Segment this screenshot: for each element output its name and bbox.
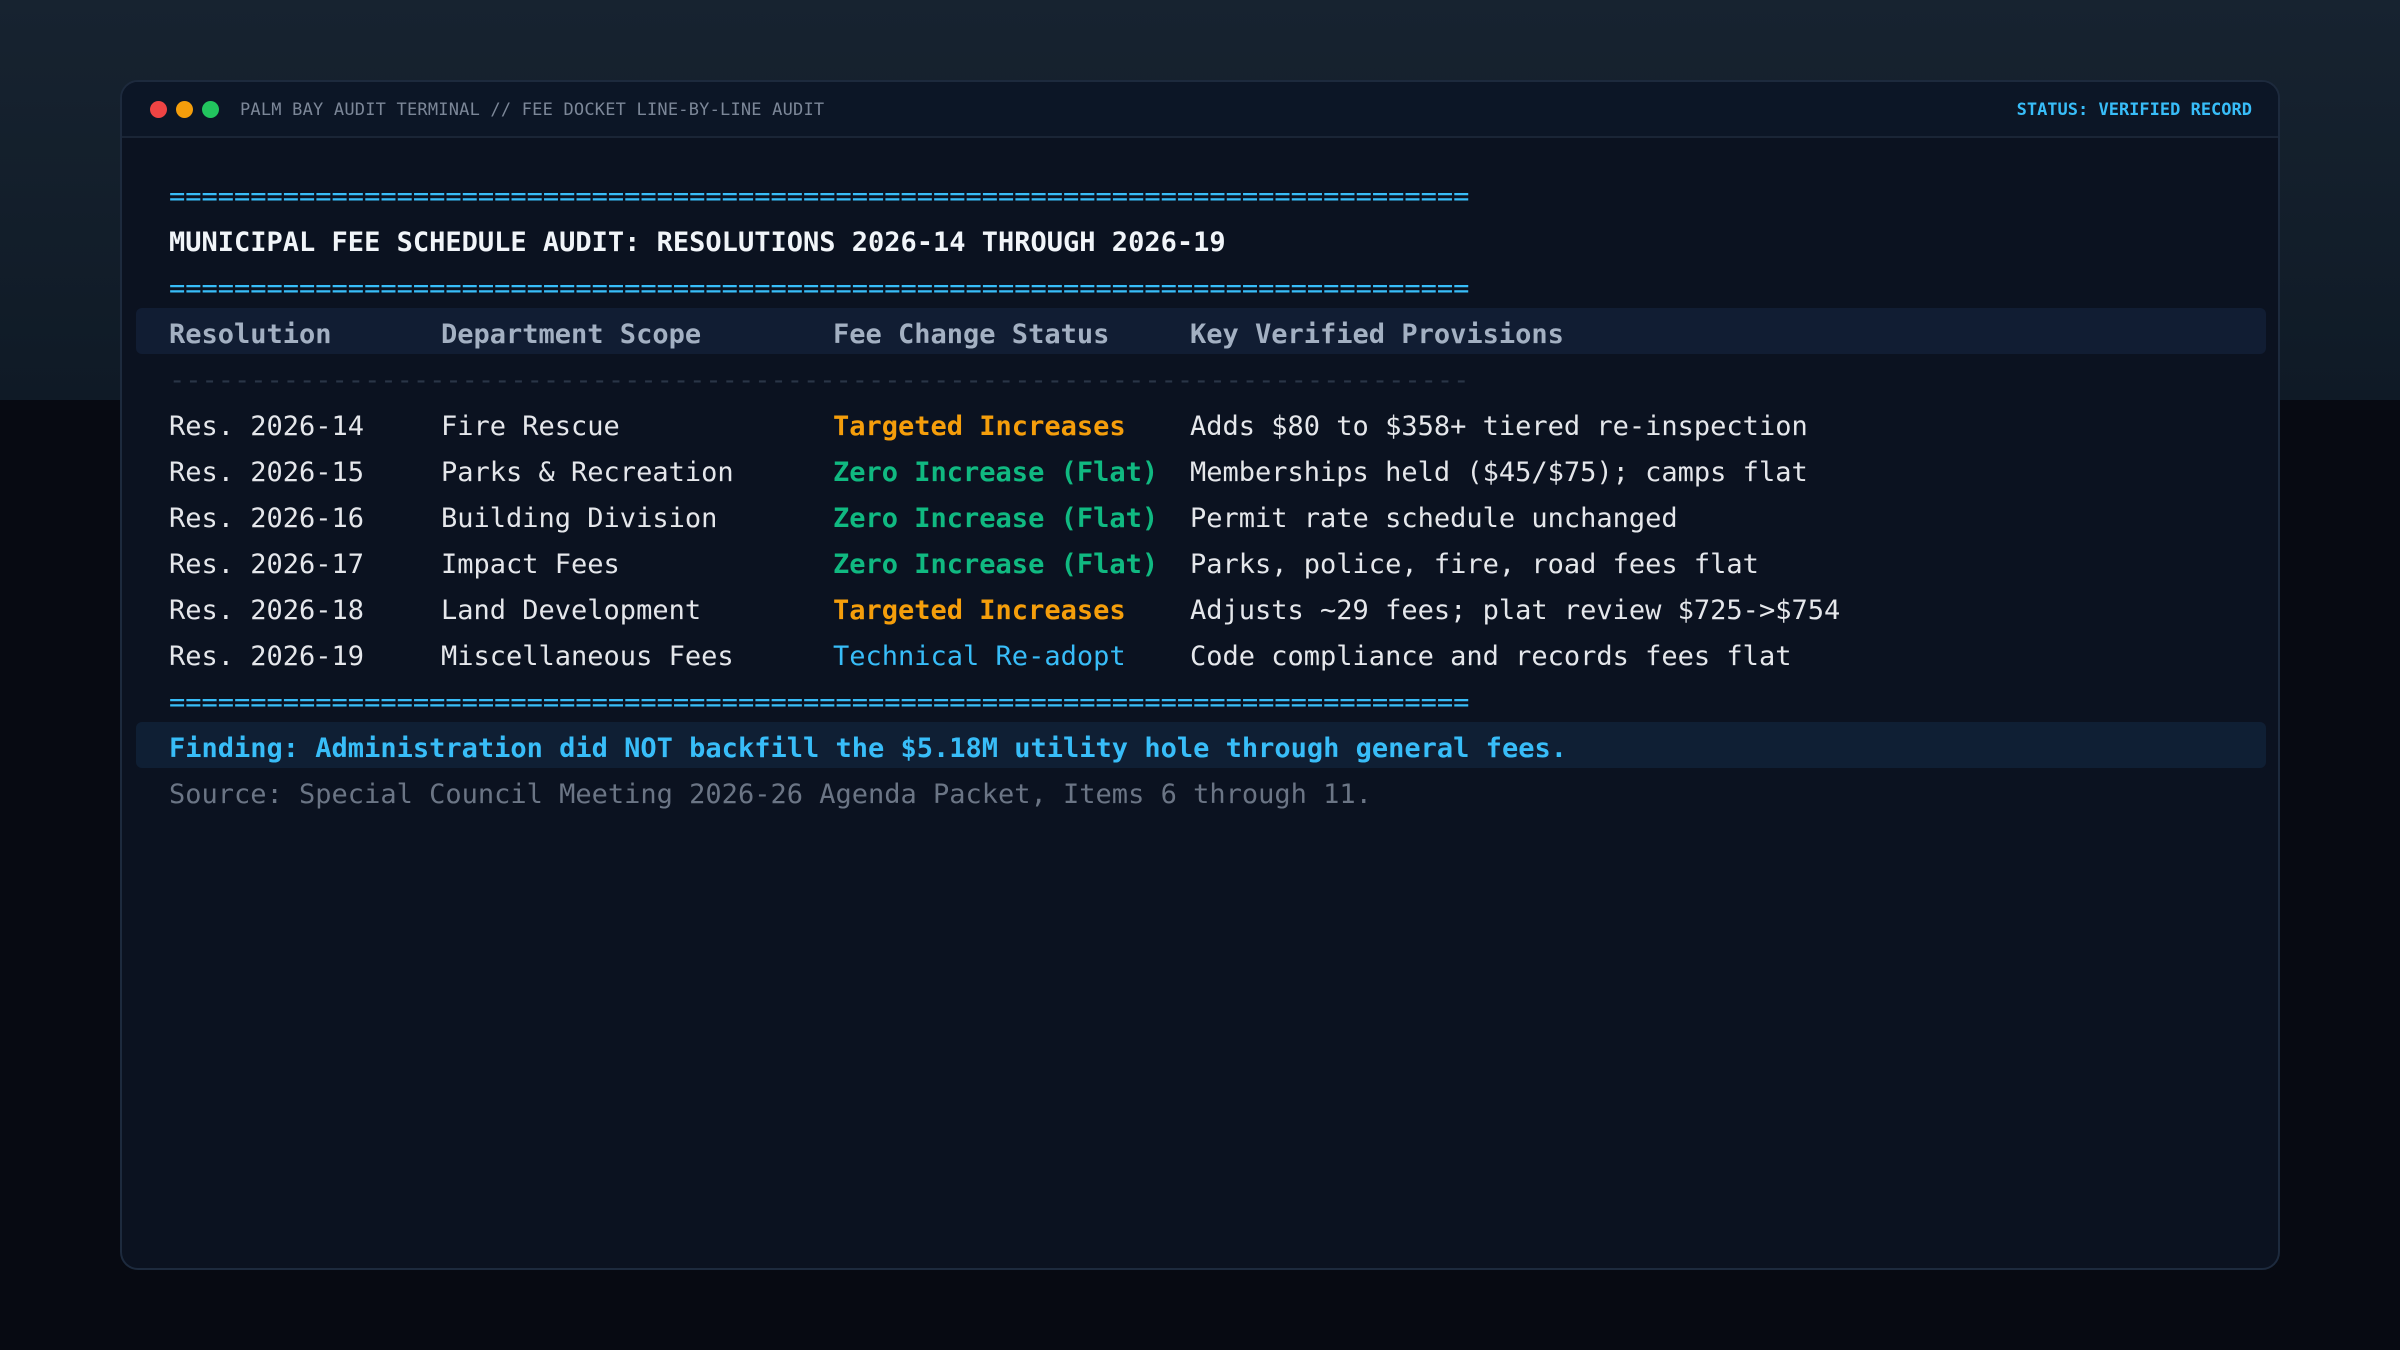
row-scope: Land Development xyxy=(441,595,702,626)
table-row: Res. 2026-14 Fire Rescue Targeted Increa… xyxy=(169,404,1808,450)
row-status: Targeted Increases xyxy=(833,411,1126,442)
row-resolution: Res. 2026-14 xyxy=(169,411,365,442)
row-status: Zero Increase (Flat) xyxy=(833,503,1159,534)
terminal-window: PALM BAY AUDIT TERMINAL // FEE DOCKET LI… xyxy=(120,80,2280,1270)
table-header: Resolution Department Scope Fee Change S… xyxy=(169,312,1564,358)
rule-bottom: ========================================… xyxy=(169,687,1470,718)
row-resolution: Res. 2026-19 xyxy=(169,641,365,672)
row-status: Targeted Increases xyxy=(833,595,1126,626)
terminal-output: ========================================… xyxy=(122,82,2278,1268)
row-resolution: Res. 2026-16 xyxy=(169,503,365,534)
source-line: Source: Special Council Meeting 2026-26 … xyxy=(169,779,1372,810)
row-status: Technical Re-adopt xyxy=(833,641,1126,672)
row-scope: Building Division xyxy=(441,503,718,534)
row-provisions: Parks, police, fire, road fees flat xyxy=(1190,549,1759,580)
row-status: Zero Increase (Flat) xyxy=(833,549,1159,580)
row-scope: Fire Rescue xyxy=(441,411,620,442)
row-provisions: Code compliance and records fees flat xyxy=(1190,641,1792,672)
finding-line: Finding: Administration did NOT backfill… xyxy=(169,733,1567,764)
rule-top: ========================================… xyxy=(169,181,1470,212)
row-resolution: Res. 2026-15 xyxy=(169,457,365,488)
row-scope: Miscellaneous Fees xyxy=(441,641,734,672)
row-status: Zero Increase (Flat) xyxy=(833,457,1159,488)
row-provisions: Adjusts ~29 fees; plat review $725->$754 xyxy=(1190,595,1841,626)
row-scope: Impact Fees xyxy=(441,549,620,580)
table-row: Res. 2026-16 Building Division Zero Incr… xyxy=(169,496,1678,542)
rule-dashed: ----------------------------------------… xyxy=(169,365,1470,396)
row-resolution: Res. 2026-17 xyxy=(169,549,365,580)
row-scope: Parks & Recreation xyxy=(441,457,734,488)
row-provisions: Memberships held ($45/$75); camps flat xyxy=(1190,457,1808,488)
row-provisions: Adds $80 to $358+ tiered re-inspection xyxy=(1190,411,1808,442)
row-resolution: Res. 2026-18 xyxy=(169,595,365,626)
column-header-status: Fee Change Status xyxy=(833,319,1110,350)
table-row: Res. 2026-18 Land Development Targeted I… xyxy=(169,588,1840,634)
table-row: Res. 2026-15 Parks & Recreation Zero Inc… xyxy=(169,450,1808,496)
table-row: Res. 2026-19 Miscellaneous Fees Technica… xyxy=(169,634,1791,680)
row-provisions: Permit rate schedule unchanged xyxy=(1190,503,1678,534)
column-header-resolution: Resolution xyxy=(169,319,332,350)
column-header-scope: Department Scope xyxy=(441,319,702,350)
column-header-provisions: Key Verified Provisions xyxy=(1190,319,1564,350)
table-row: Res. 2026-17 Impact Fees Zero Increase (… xyxy=(169,542,1759,588)
report-heading: MUNICIPAL FEE SCHEDULE AUDIT: RESOLUTION… xyxy=(169,227,1226,258)
rule-under-heading: ========================================… xyxy=(169,273,1470,304)
